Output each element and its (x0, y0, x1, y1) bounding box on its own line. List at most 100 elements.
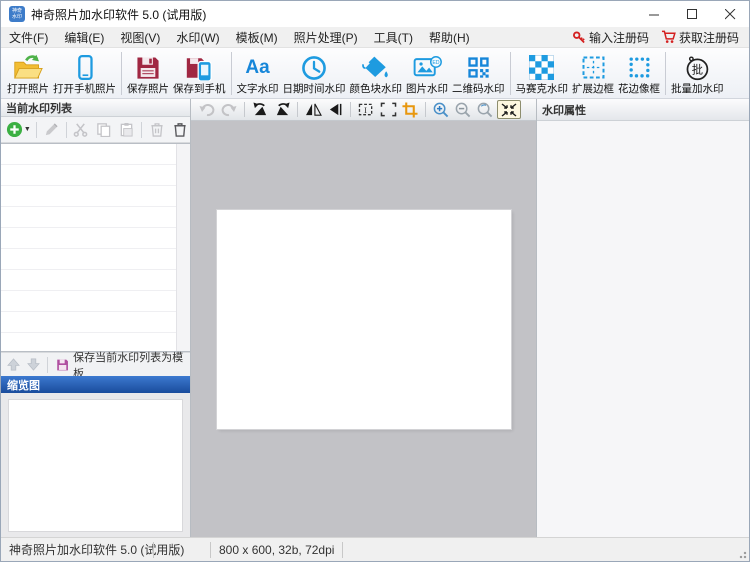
trash-icon (150, 122, 164, 137)
flip-horizontal-button[interactable] (303, 100, 323, 119)
minimize-button[interactable] (635, 1, 673, 27)
thumbnail-preview (8, 399, 183, 532)
flip-vertical-button[interactable] (325, 100, 345, 119)
maximize-button[interactable] (673, 1, 711, 27)
enter-register-code-label: 输入注册码 (589, 29, 649, 46)
copy-button[interactable] (93, 119, 114, 141)
statusbar-separator (342, 542, 343, 558)
resize-grip[interactable] (737, 549, 747, 559)
undo-button[interactable] (197, 100, 217, 119)
watermark-list-scrollbar[interactable] (176, 144, 190, 351)
color-block-watermark-icon (362, 53, 390, 82)
toolbar-button-label: 图片水印 (406, 82, 448, 96)
zoom-out-button[interactable] (453, 100, 473, 119)
toolbar-separator (425, 102, 426, 117)
toolbar-separator (141, 122, 142, 138)
fit-window-button[interactable] (497, 100, 521, 119)
menu-view[interactable]: 视图(V) (112, 27, 168, 48)
qrcode-watermark-button[interactable]: 二维码水印 (450, 50, 507, 97)
menu-photo-process[interactable]: 照片处理(P) (286, 27, 366, 48)
mosaic-watermark-button[interactable]: 马赛克水印 (514, 50, 571, 97)
maximize-icon (687, 9, 698, 20)
toolbar-button-label: 打开照片 (7, 82, 49, 96)
arrow-down-icon (27, 358, 40, 371)
thumbnail-area (1, 393, 190, 537)
trash-all-icon (173, 122, 187, 137)
menu-watermark[interactable]: 水印(W) (168, 27, 227, 48)
crop-button[interactable] (400, 100, 420, 119)
rotate-left-button[interactable] (250, 100, 270, 119)
toolbar-button-label: 二维码水印 (452, 82, 505, 96)
open-photo-button[interactable]: 打开照片 (5, 50, 51, 97)
get-register-code-link[interactable]: 获取注册码 (657, 28, 743, 47)
cut-button[interactable] (70, 119, 91, 141)
menu-file[interactable]: 文件(F) (1, 27, 56, 48)
photo-preview[interactable] (217, 210, 511, 429)
right-panel: 水印属性 (537, 99, 749, 537)
app-logo-icon: 神奇水印 (9, 6, 25, 22)
add-icon (6, 121, 23, 138)
save-photo-button[interactable]: 保存照片 (125, 50, 171, 97)
watermark-list-rows (1, 144, 176, 351)
move-down-button[interactable] (25, 356, 42, 374)
toolbar-separator (350, 102, 351, 117)
toolbar-button-label: 保存照片 (127, 82, 169, 96)
watermark-properties-body (537, 121, 749, 537)
canvas-area[interactable] (191, 121, 536, 537)
get-register-code-label: 获取注册码 (679, 29, 739, 46)
toolbar-separator (36, 122, 37, 138)
zoom-in-button[interactable] (431, 100, 451, 119)
clear-list-button[interactable] (169, 119, 190, 141)
center-column: I (191, 99, 537, 537)
edit-watermark-button[interactable] (41, 119, 62, 141)
toolbar-button-label: 花边像框 (618, 82, 660, 96)
move-up-button[interactable] (5, 356, 22, 374)
app-window: 神奇水印 神奇照片加水印软件 5.0 (试用版) 文件(F) 编辑(E) 视图(… (0, 0, 750, 562)
zoom-actual-icon (477, 102, 493, 118)
zoom-actual-button[interactable] (475, 100, 495, 119)
text-watermark-button[interactable]: Aa 文字水印 (235, 50, 281, 97)
menu-tools[interactable]: 工具(T) (366, 27, 421, 48)
minimize-icon (649, 9, 660, 20)
undo-icon (199, 103, 215, 117)
picture-watermark-button[interactable]: ED 图片水印 (404, 50, 450, 97)
toolbar-button-label: 保存到手机 (173, 82, 226, 96)
picture-watermark-icon: ED (413, 53, 442, 82)
lace-frame-icon (627, 53, 652, 82)
watermark-list-header: 当前水印列表 (1, 99, 190, 117)
fit-window-icon (501, 103, 517, 117)
save-photo-icon (135, 53, 161, 82)
color-block-watermark-button[interactable]: 颜色块水印 (348, 50, 405, 97)
menu-help[interactable]: 帮助(H) (421, 27, 478, 48)
extend-border-button[interactable]: 扩展边框 (570, 50, 616, 97)
menu-template[interactable]: 模板(M) (228, 27, 286, 48)
redo-button[interactable] (219, 100, 239, 119)
rotate-right-button[interactable] (272, 100, 292, 119)
close-button[interactable] (711, 1, 749, 27)
datetime-watermark-button[interactable]: 日期时间水印 (281, 50, 348, 97)
lace-frame-button[interactable]: 花边像框 (616, 50, 662, 97)
save-template-floppy-icon (56, 358, 69, 372)
mosaic-watermark-icon (529, 53, 554, 82)
batch-watermark-button[interactable]: 批 批量加水印 (669, 50, 726, 97)
resize-image-button[interactable]: I (356, 100, 376, 119)
enter-register-code-link[interactable]: 输入注册码 (569, 28, 653, 47)
open-photo-icon (13, 53, 43, 82)
svg-text:I: I (364, 105, 367, 115)
delete-watermark-button[interactable] (146, 119, 167, 141)
open-phone-photo-button[interactable]: 打开手机照片 (51, 50, 118, 97)
paste-button[interactable] (116, 119, 137, 141)
scissors-icon (73, 122, 88, 137)
resize-canvas-button[interactable] (378, 100, 398, 119)
add-watermark-button[interactable]: ▼ (5, 119, 32, 141)
save-to-phone-button[interactable]: 保存到手机 (171, 50, 228, 97)
text-watermark-icon: Aa (245, 53, 269, 82)
toolbar-separator (244, 102, 245, 117)
watermark-list (1, 143, 190, 352)
menu-edit[interactable]: 编辑(E) (56, 27, 112, 48)
open-phone-photo-icon (72, 53, 98, 82)
crop-icon (402, 102, 418, 118)
resize-image-icon: I (358, 102, 375, 117)
toolbar-button-label: 马赛克水印 (516, 82, 569, 96)
statusbar-app-name: 神奇照片加水印软件 5.0 (试用版) (1, 541, 153, 558)
